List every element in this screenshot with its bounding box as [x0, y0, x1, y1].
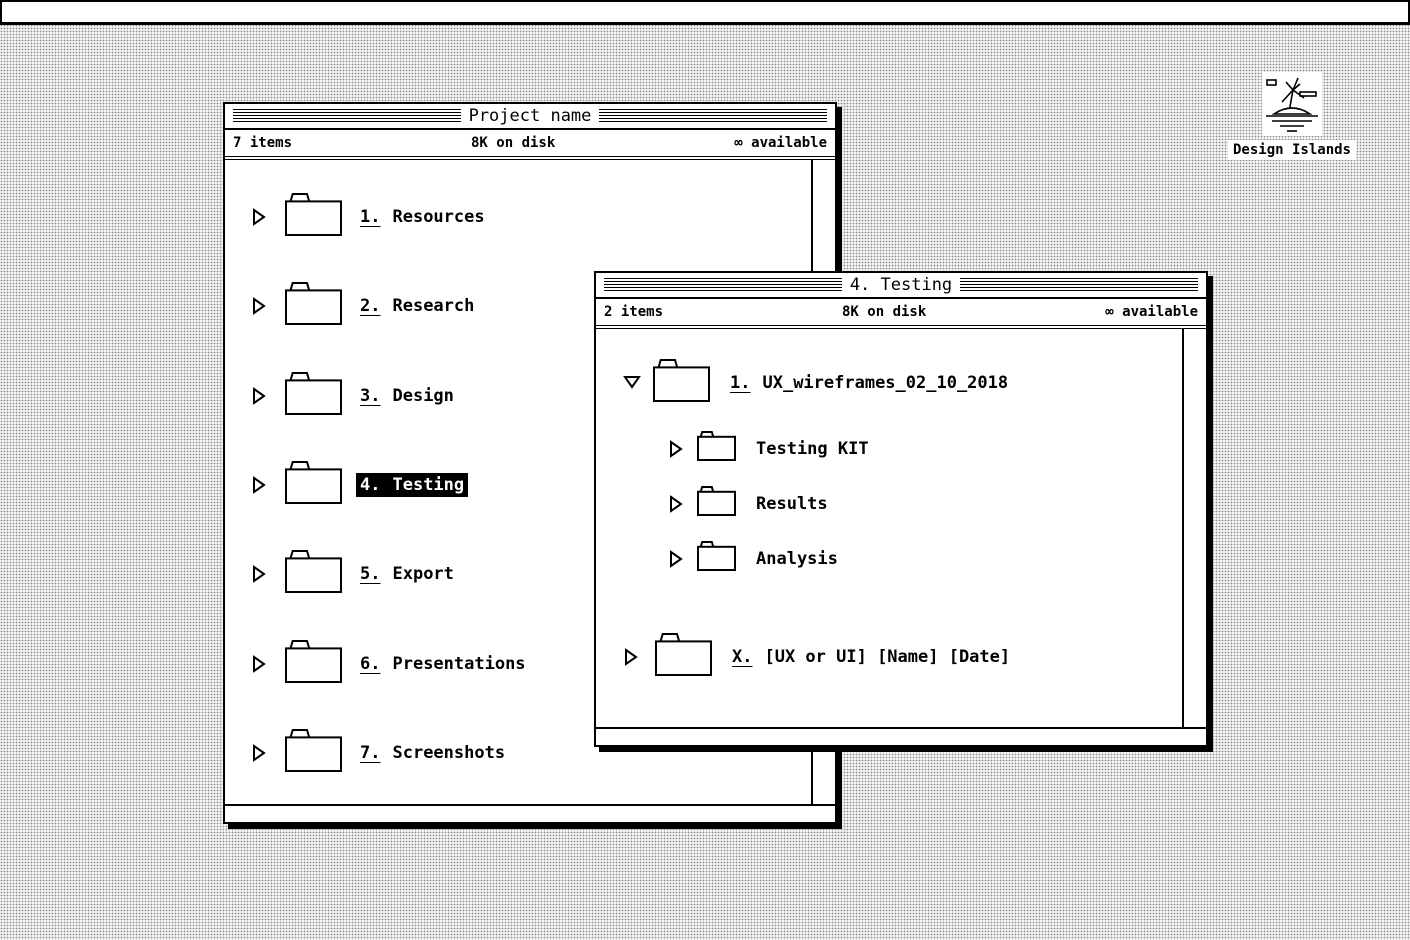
folder-label[interactable]: 3. Design [356, 384, 458, 408]
folder-icon[interactable] [697, 431, 736, 466]
disk-usage: 8K on disk [842, 304, 927, 320]
subfolder-row-2[interactable]: Results [668, 486, 832, 521]
folder-name: Resources [392, 207, 485, 227]
folder-icon[interactable] [697, 486, 736, 521]
folder-row-7[interactable]: 7. Screenshots [251, 728, 509, 777]
available-space: ∞ available [1105, 304, 1198, 320]
horizontal-scrollbar[interactable] [596, 727, 1206, 745]
title-bar[interactable]: Project name [225, 104, 835, 130]
folder-number: 2. [360, 296, 381, 317]
disclosure-triangle-right-icon[interactable] [251, 743, 267, 762]
disclosure-triangle-right-icon[interactable] [668, 494, 684, 513]
folder-row-1[interactable]: 1. Resources [251, 193, 489, 241]
folder-name: Testing [392, 474, 465, 495]
folder-label[interactable]: Results [752, 492, 832, 516]
folder-label[interactable]: 6. Presentations [356, 652, 530, 676]
folder-name: Testing KIT [756, 438, 869, 459]
folder-row-4[interactable]: 4. Testing [251, 460, 469, 509]
folder-icon[interactable] [285, 371, 342, 420]
folder-label[interactable]: 4. Testing [356, 472, 469, 497]
items-count: 2 items [604, 304, 664, 320]
folder-row-3[interactable]: 3. Design [251, 371, 458, 420]
desktop-icon-label: Design Islands [1227, 140, 1356, 160]
folder-icon[interactable] [285, 550, 342, 598]
items-count: 7 items [233, 135, 293, 151]
window-testing[interactable]: 4. Testing 2 items 8K on disk ∞ availabl… [594, 271, 1208, 747]
disclosure-triangle-down-icon[interactable] [623, 374, 641, 392]
folder-name: Presentations [392, 653, 526, 674]
folder-name: Research [392, 296, 475, 317]
window-title: Project name [460, 105, 600, 127]
available-space: ∞ available [734, 135, 827, 151]
folder-row-5[interactable]: 5. Export [251, 550, 458, 598]
window-content: 1. UX_wireframes_02_10_2018 Testing KIT Res… [596, 329, 1206, 745]
folder-number: 1. [360, 207, 381, 227]
folder-label[interactable]: X. [UX or UI] [Name] [Date] [728, 645, 1014, 669]
folder-name: Results [756, 493, 828, 514]
disclosure-triangle-right-icon[interactable] [251, 565, 267, 584]
disclosure-triangle-right-icon[interactable] [668, 439, 684, 458]
folder-row-6[interactable]: 6. Presentations [251, 639, 530, 688]
folder-number: 3. [360, 385, 381, 406]
folder-label[interactable]: 5. Export [356, 562, 458, 586]
folder-icon[interactable] [653, 359, 710, 407]
folder-label[interactable]: Analysis [752, 547, 842, 571]
title-bar[interactable]: 4. Testing [596, 273, 1206, 299]
info-bar: 2 items 8K on disk ∞ available [596, 299, 1206, 329]
folder-icon[interactable] [285, 193, 342, 241]
folder-label[interactable]: 1. UX_wireframes_02_10_2018 [726, 371, 1012, 395]
menu-bar [0, 0, 1410, 25]
folder-icon[interactable] [285, 460, 342, 509]
disclosure-triangle-right-icon[interactable] [251, 654, 267, 673]
folder-number: 1. [730, 373, 751, 393]
island-icon [1262, 72, 1322, 136]
folder-row-ux-wireframes[interactable]: 1. UX_wireframes_02_10_2018 [623, 359, 1012, 407]
desktop-icon-design-islands[interactable]: Design Islands [1227, 72, 1357, 160]
folder-number: 4. [360, 474, 381, 495]
folder-row-2[interactable]: 2. Research [251, 282, 478, 330]
folder-label[interactable]: 1. Resources [356, 205, 489, 229]
subfolder-row-1[interactable]: Testing KIT [668, 431, 873, 466]
disclosure-triangle-right-icon[interactable] [623, 648, 639, 666]
folder-icon[interactable] [285, 639, 342, 688]
folder-icon[interactable] [655, 633, 712, 681]
folder-row-template[interactable]: X. [UX or UI] [Name] [Date] [623, 633, 1014, 681]
disclosure-triangle-right-icon[interactable] [251, 475, 267, 494]
folder-icon[interactable] [285, 282, 342, 330]
vertical-scrollbar[interactable] [1182, 329, 1206, 745]
folder-icon[interactable] [697, 541, 736, 576]
subfolder-row-3[interactable]: Analysis [668, 541, 842, 576]
folder-name: Export [392, 564, 454, 585]
folder-name: Analysis [756, 548, 838, 569]
folder-name: UX_wireframes_02_10_2018 [762, 373, 1009, 393]
folder-number: 5. [360, 564, 381, 585]
horizontal-scrollbar[interactable] [225, 804, 835, 822]
folder-name: Screenshots [392, 742, 506, 763]
folder-number: 7. [360, 742, 381, 763]
folder-name: Design [392, 385, 454, 406]
disclosure-triangle-right-icon[interactable] [251, 208, 267, 226]
disclosure-triangle-right-icon[interactable] [251, 386, 267, 405]
window-title: 4. Testing [841, 274, 961, 296]
folder-number: X. [732, 647, 753, 667]
folder-number: 6. [360, 653, 381, 674]
folder-name: [UX or UI] [Name] [Date] [764, 647, 1011, 667]
disk-usage: 8K on disk [471, 135, 556, 151]
folder-label[interactable]: 2. Research [356, 294, 478, 318]
folder-label[interactable]: 7. Screenshots [356, 741, 509, 765]
folder-icon[interactable] [285, 728, 342, 777]
disclosure-triangle-right-icon[interactable] [668, 549, 684, 568]
folder-label[interactable]: Testing KIT [752, 437, 873, 461]
disclosure-triangle-right-icon[interactable] [251, 297, 267, 316]
info-bar: 7 items 8K on disk ∞ available [225, 130, 835, 160]
